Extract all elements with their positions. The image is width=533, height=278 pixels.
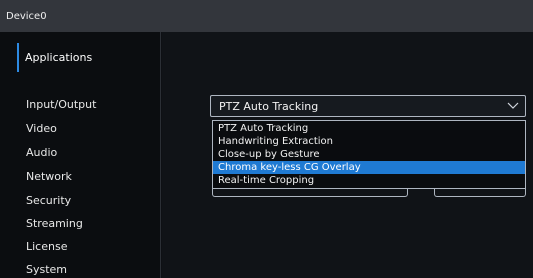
sidebar-item-streaming[interactable]: Streaming <box>26 217 83 231</box>
sidebar-item-audio[interactable]: Audio <box>26 146 57 160</box>
title-bar: Device0 <box>0 0 533 32</box>
sidebar: Applications Input/Output Video Audio Ne… <box>0 32 161 278</box>
dropdown-option[interactable]: Real-time Cropping <box>213 174 525 187</box>
sidebar-item-license[interactable]: License <box>26 240 67 254</box>
sidebar-item-system[interactable]: System <box>26 263 67 277</box>
application-select[interactable]: PTZ Auto Tracking <box>210 95 526 117</box>
dropdown-option-highlighted[interactable]: Chroma key-less CG Overlay <box>213 161 525 174</box>
dropdown-option[interactable]: Handwriting Extraction <box>213 135 525 148</box>
sidebar-item-security[interactable]: Security <box>26 194 71 208</box>
app-root: Device0 Applications Input/Output Video … <box>0 0 533 278</box>
sidebar-item-input-output[interactable]: Input/Output <box>26 98 96 112</box>
sidebar-item-network[interactable]: Network <box>26 170 72 184</box>
window-title: Device0 <box>6 10 47 22</box>
dropdown-option[interactable]: PTZ Auto Tracking <box>213 122 525 135</box>
select-value: PTZ Auto Tracking <box>219 99 319 113</box>
sidebar-item-video[interactable]: Video <box>26 122 57 136</box>
dropdown-option[interactable]: Close-up by Gesture <box>213 148 525 161</box>
active-indicator <box>17 43 19 72</box>
application-dropdown-list: PTZ Auto Tracking Handwriting Extraction… <box>212 120 526 189</box>
sidebar-item-label: Applications <box>25 51 93 64</box>
sidebar-item-applications[interactable]: Applications <box>17 43 92 72</box>
chevron-down-icon <box>507 102 519 109</box>
